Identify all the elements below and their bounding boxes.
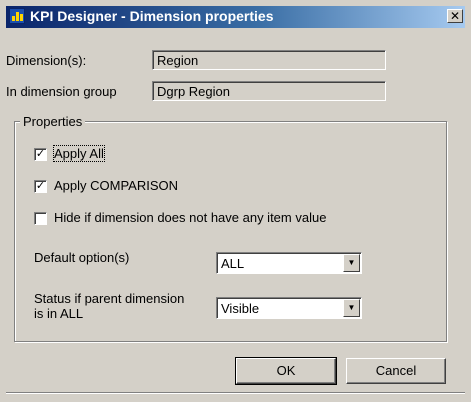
chevron-down-icon: ▼ [347, 303, 356, 312]
hide-if-no-item-label[interactable]: Hide if dimension does not have any item… [54, 210, 326, 225]
title-bar: KPI Designer - Dimension properties ✕ [6, 6, 465, 28]
icon-bar [20, 14, 23, 21]
status-label-line1: Status if parent dimension [34, 291, 185, 306]
close-icon: ✕ [449, 9, 461, 23]
dimensions-field: Region [152, 50, 386, 70]
in-dimension-group-label: In dimension group [6, 84, 117, 99]
dimension-properties-dialog: KPI Designer - Dimension properties ✕ Di… [0, 0, 471, 402]
chevron-down-icon: ▼ [347, 258, 356, 267]
ok-button[interactable]: OK [235, 357, 337, 385]
default-options-label: Default option(s) [34, 250, 130, 265]
properties-legend: Properties [20, 114, 86, 129]
icon-bar [12, 16, 15, 21]
status-label-line2: is in ALL [34, 306, 84, 321]
default-options-dropdown-button[interactable]: ▼ [343, 254, 360, 272]
apply-comparison-checkbox[interactable]: ✓ [34, 180, 47, 193]
apply-all-label[interactable]: Apply All [53, 145, 105, 162]
status-value: Visible [221, 301, 260, 316]
icon-bar [16, 12, 19, 21]
hide-if-no-item-checkbox[interactable] [34, 212, 47, 225]
close-button[interactable]: ✕ [447, 9, 463, 23]
apply-all-checkbox[interactable]: ✓ [34, 148, 47, 161]
default-options-value: ALL [221, 256, 245, 271]
default-options-select[interactable]: ALL ▼ [216, 252, 362, 274]
check-icon: ✓ [35, 180, 46, 192]
cancel-button[interactable]: Cancel [346, 358, 446, 384]
apply-comparison-label[interactable]: Apply COMPARISON [54, 178, 178, 193]
check-icon: ✓ [35, 148, 46, 160]
in-dimension-group-field: Dgrp Region [152, 81, 386, 101]
window-title: KPI Designer - Dimension properties [30, 8, 274, 24]
bottom-divider [6, 392, 465, 394]
status-select[interactable]: Visible ▼ [216, 297, 362, 319]
dimensions-label: Dimension(s): [6, 53, 87, 68]
status-dropdown-button[interactable]: ▼ [343, 299, 360, 317]
kpi-app-icon [9, 8, 25, 24]
